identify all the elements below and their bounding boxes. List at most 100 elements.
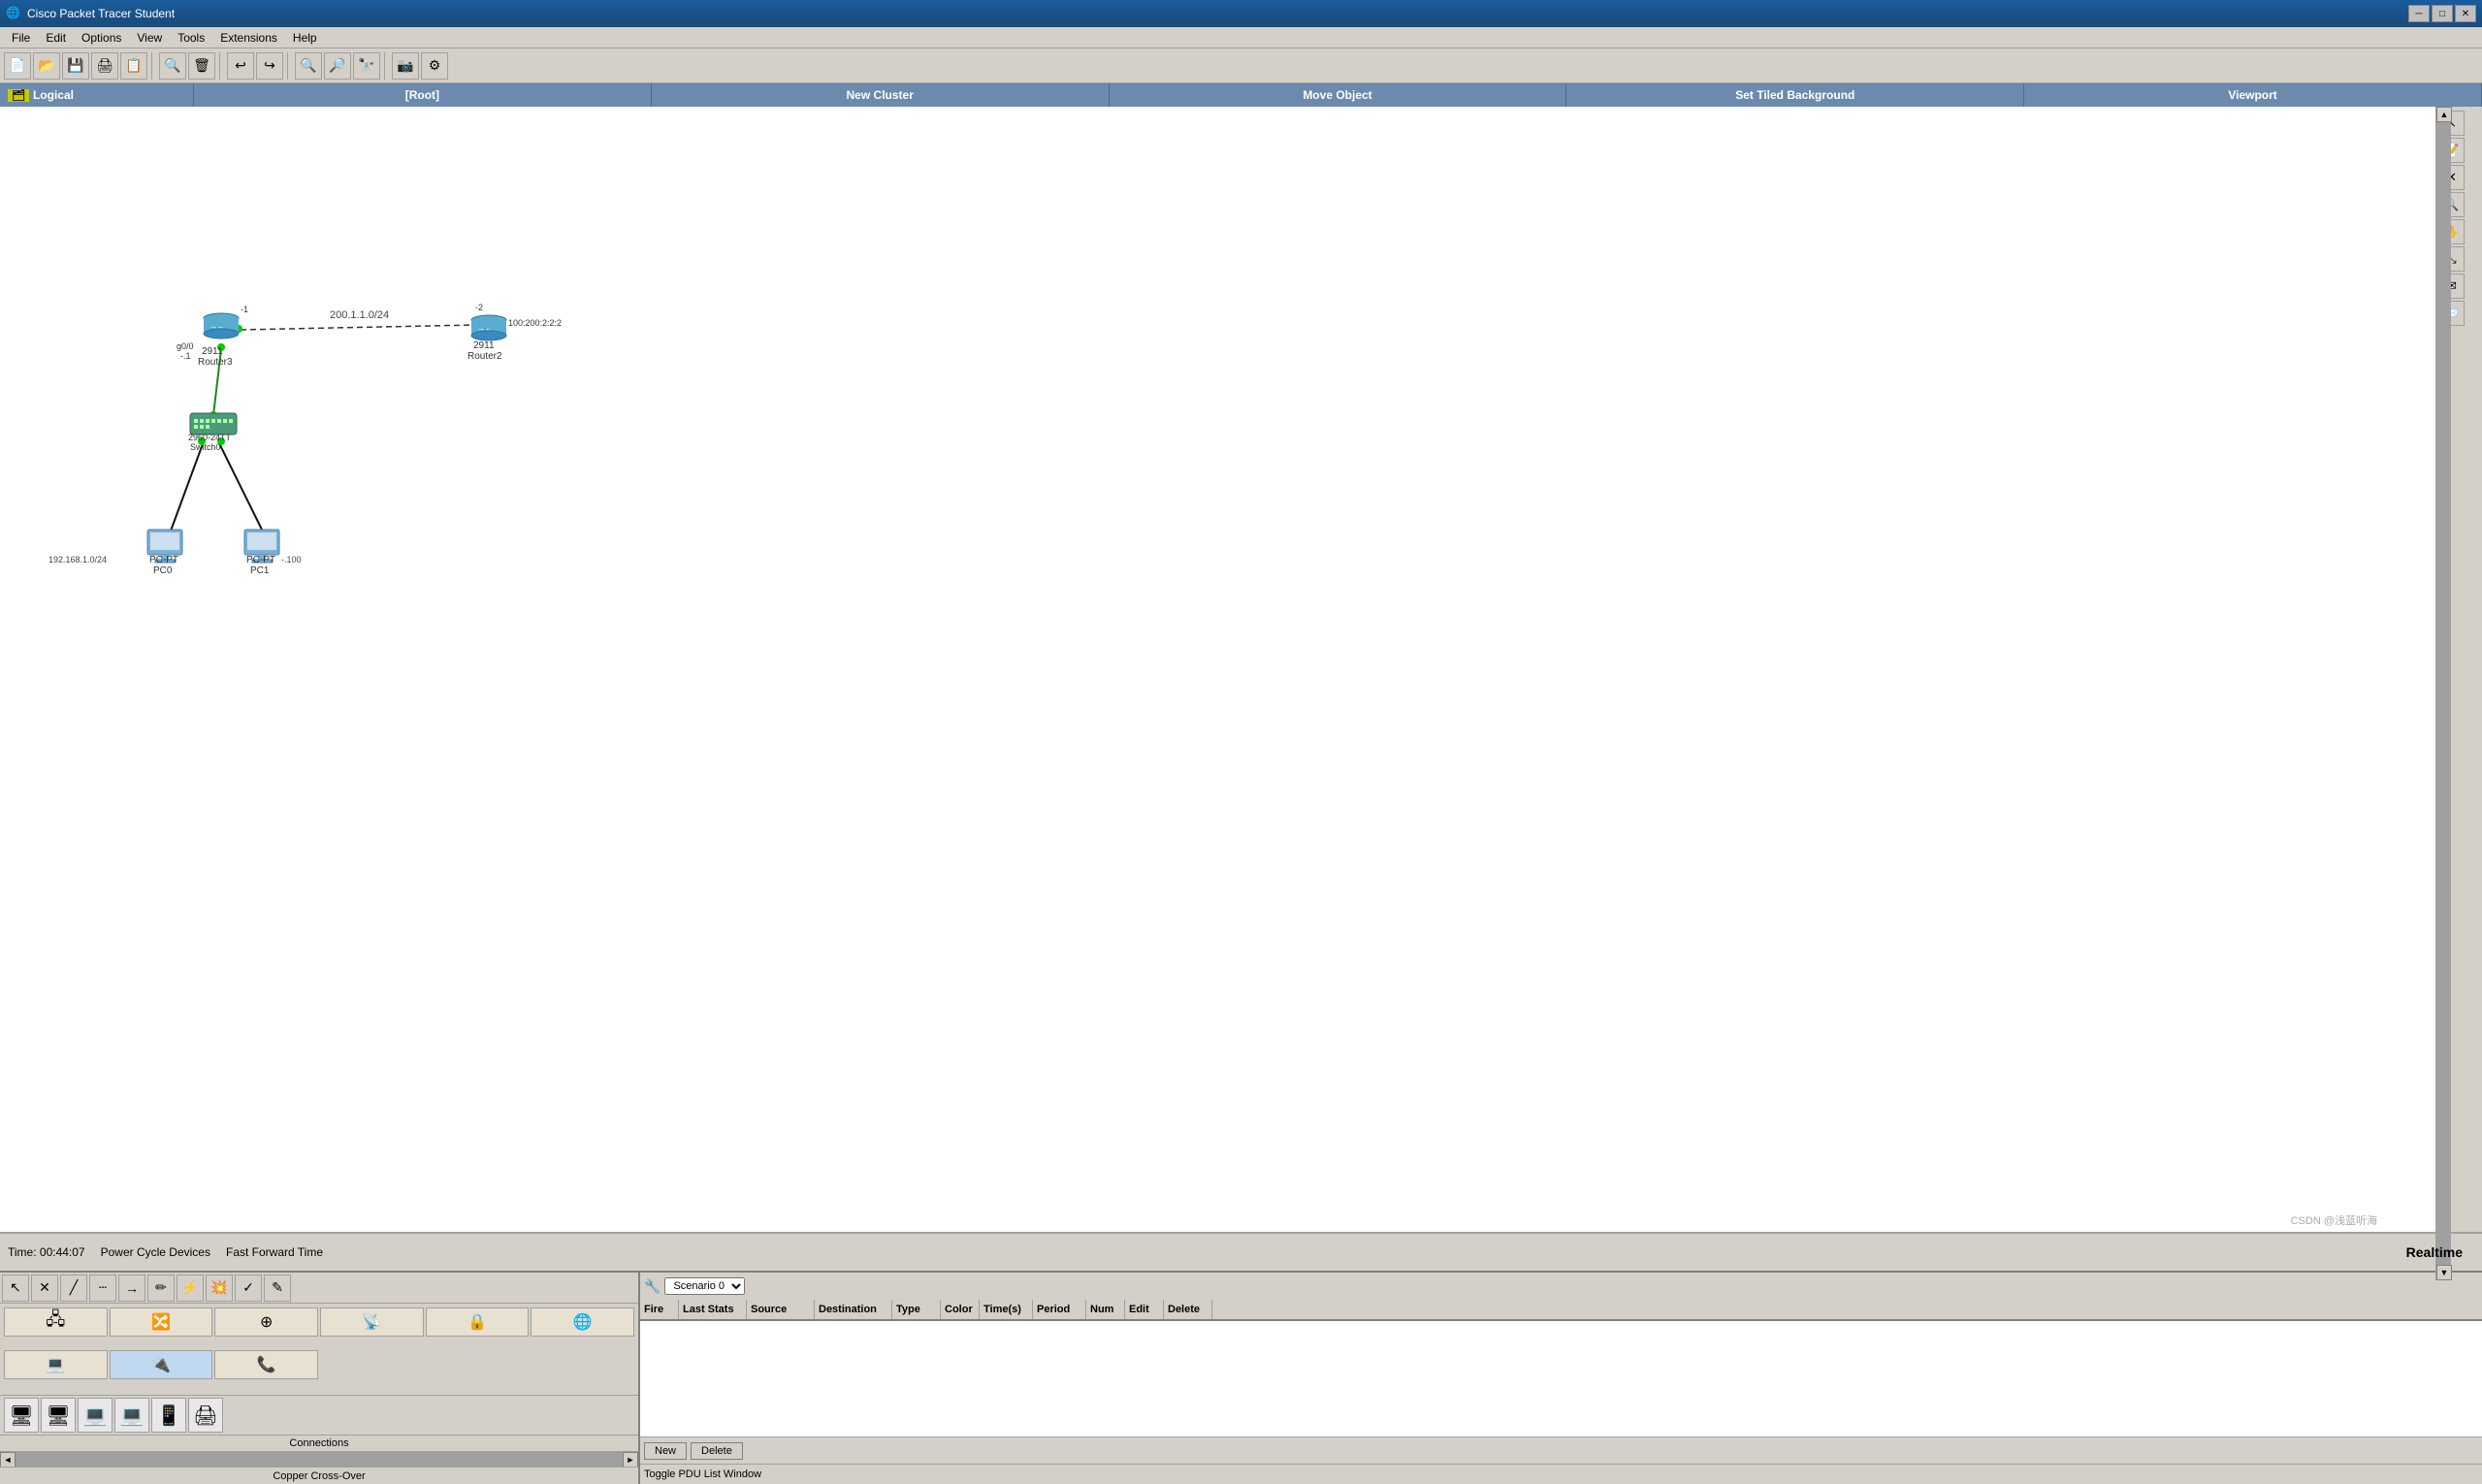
sub-device-5[interactable]: 📱: [151, 1398, 186, 1433]
zoom-reset-button[interactable]: 🔭: [353, 52, 380, 80]
router3-label-top: 2911: [202, 346, 223, 357]
conn-burst-button[interactable]: 💥: [206, 1274, 233, 1302]
device-pc[interactable]: 💻: [4, 1350, 108, 1379]
menu-item-tools[interactable]: Tools: [170, 29, 212, 47]
svg-text:→←: →←: [210, 322, 225, 331]
device-phone[interactable]: 📞: [214, 1350, 318, 1379]
redo-button[interactable]: ↪: [256, 52, 283, 80]
conn-select-button[interactable]: ↖: [2, 1274, 29, 1302]
conn-lightning-button[interactable]: ⚡: [177, 1274, 204, 1302]
print-button[interactable]: 🖨: [91, 52, 118, 80]
menu-item-edit[interactable]: Edit: [38, 29, 74, 47]
new-cluster-button[interactable]: New Cluster: [652, 83, 1110, 107]
root-label[interactable]: [Root]: [194, 83, 652, 107]
router2-icon[interactable]: →←: [471, 315, 506, 340]
router2-label-top: 2911: [473, 340, 495, 351]
menu-item-view[interactable]: View: [129, 29, 170, 47]
logical-label[interactable]: 🗂 Logical: [0, 83, 194, 107]
scenario-delete-button[interactable]: Delete: [691, 1442, 743, 1460]
conn-check-button[interactable]: ✓: [235, 1274, 262, 1302]
zoom-in-button[interactable]: 🔍: [295, 52, 322, 80]
separator-2: [219, 52, 223, 80]
conn-dashed-button[interactable]: ┄: [89, 1274, 116, 1302]
menu-item-help[interactable]: Help: [285, 29, 325, 47]
col-num: Num: [1086, 1300, 1125, 1319]
move-object-button[interactable]: Move Object: [1110, 83, 1567, 107]
device-wan[interactable]: 🌐: [531, 1307, 634, 1337]
scroll-track[interactable]: [2436, 122, 2451, 1232]
power-cycle-button[interactable]: Power Cycle Devices: [101, 1245, 210, 1259]
switch0-label-bottom: Switch0: [190, 442, 221, 452]
right-panel: ▲ ▼ ↖ 📝 ✕ 🔍 ✋ ⤡ ✉ 📨: [2435, 107, 2482, 1232]
conn-arrow-button[interactable]: →: [118, 1274, 145, 1302]
switch0-label-top: 2960-24TT: [188, 433, 232, 442]
hscroll-track[interactable]: [16, 1452, 623, 1467]
scenario-table-header: Fire Last Stats Source Destination Type …: [640, 1300, 2482, 1321]
set-tiled-bg-button[interactable]: Set Tiled Background: [1566, 83, 2024, 107]
col-color: Color: [941, 1300, 980, 1319]
close-button[interactable]: ✕: [2455, 5, 2476, 22]
switch0-icon[interactable]: [190, 413, 237, 435]
inspect-button[interactable]: 🔍: [159, 52, 186, 80]
app-title: Cisco Packet Tracer Student: [27, 7, 2408, 20]
logical-text: Logical: [33, 88, 74, 102]
sub-device-2[interactable]: 🖥: [41, 1398, 76, 1433]
scenario-new-button[interactable]: New: [644, 1442, 687, 1460]
bottom-scrollbar: ◄ ►: [0, 1451, 638, 1467]
device-router[interactable]: 🖧: [4, 1307, 108, 1337]
router3-pos1: -1: [241, 305, 248, 314]
conn-delete-button[interactable]: ✕: [31, 1274, 58, 1302]
topology-svg: 200.1.1.0/24: [0, 107, 2435, 1232]
scroll-up-arrow[interactable]: ▲: [2436, 107, 2452, 122]
title-bar: 🌐 Cisco Packet Tracer Student ─ □ ✕: [0, 0, 2482, 27]
sub-device-4[interactable]: 💻: [114, 1398, 149, 1433]
menu-item-file[interactable]: File: [4, 29, 38, 47]
zoom-out-button[interactable]: 🔎: [324, 52, 351, 80]
hscroll-left-arrow[interactable]: ◄: [0, 1452, 16, 1468]
menu-bar: FileEditOptionsViewToolsExtensionsHelp: [0, 27, 2482, 48]
sub-device-1[interactable]: 🖥: [4, 1398, 39, 1433]
canvas-area[interactable]: 200.1.1.0/24: [0, 107, 2435, 1232]
device-switch[interactable]: 🔀: [110, 1307, 213, 1337]
viewport-button[interactable]: Viewport: [2024, 83, 2482, 107]
menu-item-extensions[interactable]: Extensions: [212, 29, 285, 47]
separator-1: [151, 52, 155, 80]
copper-crossover-label: Copper Cross-Over: [0, 1467, 638, 1484]
activity-button[interactable]: 📋: [120, 52, 147, 80]
router2-addr: 100:200:2:2:2: [508, 318, 562, 328]
router3-icon[interactable]: →←: [204, 313, 239, 339]
open-button[interactable]: 📂: [33, 52, 60, 80]
device-security[interactable]: 🔒: [426, 1307, 530, 1337]
col-delete: Delete: [1164, 1300, 1212, 1319]
svg-text:→←: →←: [477, 324, 493, 333]
col-edit: Edit: [1125, 1300, 1164, 1319]
sub-device-3[interactable]: 💻: [78, 1398, 113, 1433]
conn-line-button[interactable]: ╱: [60, 1274, 87, 1302]
snapshot-button[interactable]: 📷: [392, 52, 419, 80]
app-icon: 🌐: [6, 6, 21, 21]
separator-3: [287, 52, 291, 80]
new-button[interactable]: 📄: [4, 52, 31, 80]
scenario-dropdown[interactable]: Scenario 0 Scenario 1: [664, 1277, 745, 1295]
delete-button[interactable]: 🗑: [188, 52, 215, 80]
hscroll-right-arrow[interactable]: ►: [623, 1452, 638, 1468]
connections-label[interactable]: Connections: [0, 1435, 638, 1451]
device-hub[interactable]: ⊕: [214, 1307, 318, 1337]
logical-icon: 🗂: [8, 89, 29, 102]
conn-pen-button[interactable]: ✏: [147, 1274, 175, 1302]
sub-device-6[interactable]: 🖨: [188, 1398, 223, 1433]
minimize-button[interactable]: ─: [2408, 5, 2430, 22]
save-button[interactable]: 💾: [62, 52, 89, 80]
toggle-pdu-button[interactable]: Toggle PDU List Window: [640, 1464, 2482, 1484]
device-grid: 🖧 🔀 ⊕ 📡 🔒 🌐 💻 🔌 📞: [0, 1304, 638, 1395]
configure-button[interactable]: ⚙: [421, 52, 448, 80]
status-bar: Time: 00:44:07 Power Cycle Devices Fast …: [0, 1232, 2482, 1271]
device-wireless[interactable]: 📡: [320, 1307, 424, 1337]
undo-button[interactable]: ↩: [227, 52, 254, 80]
router3-dot1: -.1: [180, 351, 191, 361]
device-conn[interactable]: 🔌: [110, 1350, 213, 1379]
conn-pencil-button[interactable]: ✎: [264, 1274, 291, 1302]
menu-item-options[interactable]: Options: [74, 29, 129, 47]
fast-forward-button[interactable]: Fast Forward Time: [226, 1245, 323, 1259]
maximize-button[interactable]: □: [2432, 5, 2453, 22]
